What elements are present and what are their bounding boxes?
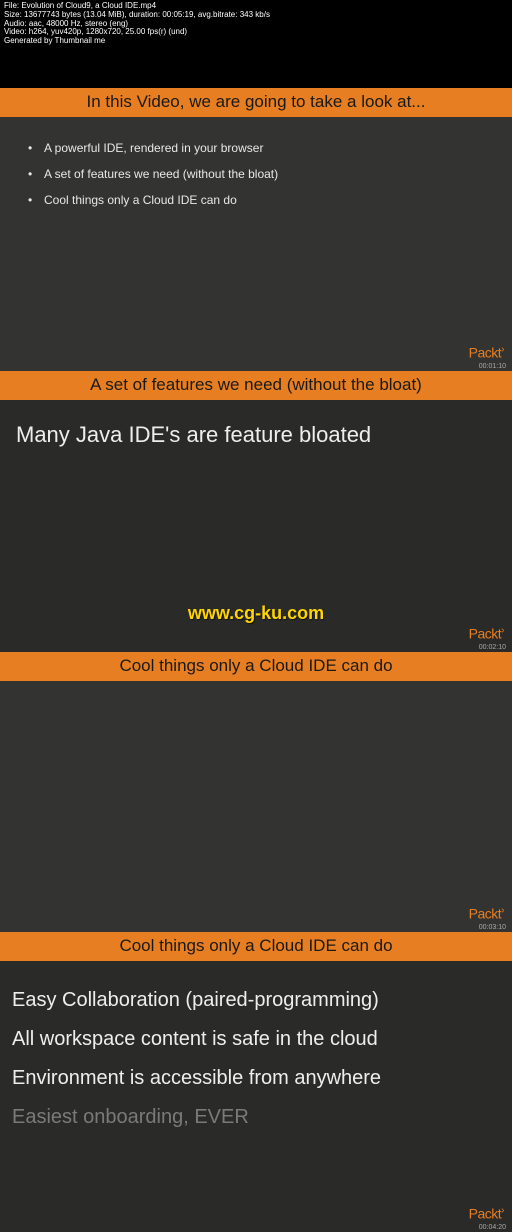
bullet-item: Cool things only a Cloud IDE can do (28, 187, 484, 213)
packt-logo: Packt› (469, 905, 504, 922)
slide-2: A set of features we need (without the b… (0, 371, 512, 652)
bullet-item: A powerful IDE, rendered in your browser (28, 135, 484, 161)
slide2-header: A set of features we need (without the b… (0, 371, 512, 400)
list-item: Environment is accessible from anywhere (12, 1059, 500, 1098)
video-metadata: File: Evolution of Cloud9, a Cloud IDE.m… (0, 0, 512, 48)
slide-4: Cool things only a Cloud IDE can do Easy… (0, 932, 512, 1232)
slide-3: Cool things only a Cloud IDE can do Pack… (0, 652, 512, 932)
list-item: All workspace content is safe in the clo… (12, 1020, 500, 1059)
timestamp: 00:04:20 (479, 1224, 506, 1231)
slide4-list: Easy Collaboration (paired-programming) … (0, 961, 512, 1137)
packt-logo: Packt› (469, 625, 504, 642)
slide1-bullets: A powerful IDE, rendered in your browser… (0, 117, 512, 231)
packt-logo: Packt› (469, 1205, 504, 1222)
meta-generated: Generated by Thumbnail me (4, 37, 508, 46)
timestamp: 00:03:10 (479, 924, 506, 931)
list-item-faded: Easiest onboarding, EVER (12, 1098, 500, 1137)
watermark: www.cg-ku.com (188, 603, 324, 624)
slide3-header: Cool things only a Cloud IDE can do (0, 652, 512, 681)
list-item: Easy Collaboration (paired-programming) (12, 981, 500, 1020)
slide4-header: Cool things only a Cloud IDE can do (0, 932, 512, 961)
timestamp: 00:02:10 (479, 644, 506, 651)
timestamp: 00:01:10 (479, 363, 506, 370)
packt-logo: Packt› (469, 344, 504, 361)
slide2-body: Many Java IDE's are feature bloated (0, 400, 512, 448)
slide-1: In this Video, we are going to take a lo… (0, 88, 512, 371)
slide1-header: In this Video, we are going to take a lo… (0, 88, 512, 117)
bullet-item: A set of features we need (without the b… (28, 161, 484, 187)
